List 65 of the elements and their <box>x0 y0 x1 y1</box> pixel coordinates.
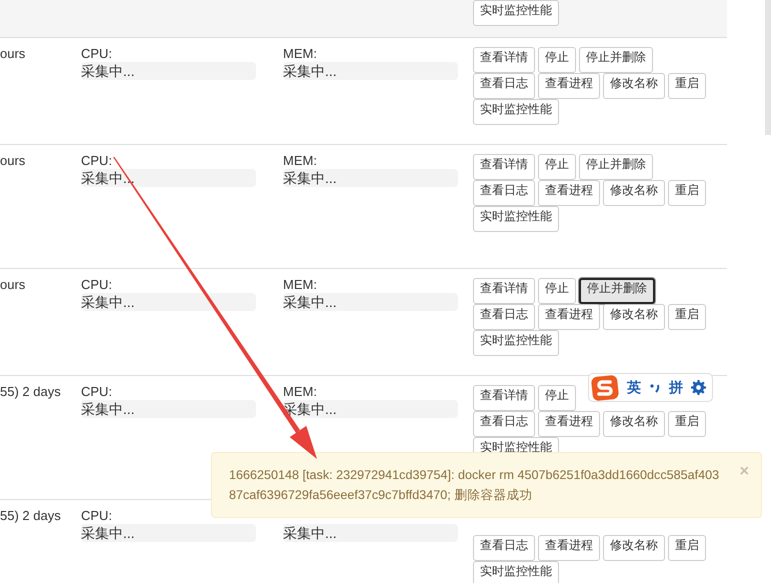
action-button[interactable]: 停止 <box>538 385 576 411</box>
uptime-text: 55) 2 days <box>0 508 61 523</box>
action-button[interactable]: 停止并删除 <box>579 154 653 180</box>
cpu-progress-bar: 采集中... <box>81 400 256 418</box>
action-button[interactable]: 查看进程 <box>538 304 600 330</box>
action-button[interactable]: 查看进程 <box>538 73 600 99</box>
scrollbar-thumb[interactable] <box>765 0 771 135</box>
action-button[interactable]: 查看详情 <box>473 278 535 304</box>
uptime-text: ours <box>0 277 26 292</box>
action-button[interactable]: 修改名称 <box>603 73 665 99</box>
cpu-progress-bar: 采集中... <box>81 293 256 311</box>
ime-logo-icon[interactable] <box>591 374 619 400</box>
action-button[interactable]: 查看日志 <box>473 535 535 561</box>
action-button[interactable]: 查看详情 <box>473 154 535 180</box>
cpu-label: CPU: <box>81 383 112 401</box>
cpu-progress-bar: 采集中... <box>81 62 256 80</box>
mem-label: MEM: <box>283 383 317 401</box>
mem-progress-bar: 采集中... <box>283 524 458 542</box>
mem-label: MEM: <box>283 152 317 170</box>
action-button[interactable]: 查看详情 <box>473 47 535 73</box>
cpu-progress-bar: 采集中... <box>81 169 256 187</box>
cpu-label: CPU: <box>81 507 112 525</box>
mem-label: MEM: <box>283 276 317 294</box>
action-button[interactable]: 重启 <box>668 73 706 99</box>
action-button[interactable]: 查看日志 <box>473 304 535 330</box>
action-button[interactable]: 查看进程 <box>538 411 600 437</box>
mem-progress-bar: 采集中... <box>283 169 458 187</box>
settings-icon[interactable] <box>691 380 706 395</box>
input-mode-toggle[interactable]: 拼 <box>669 378 683 396</box>
cpu-progress-bar: 采集中... <box>81 524 256 542</box>
action-button[interactable]: 实时监控性能 <box>473 206 559 232</box>
uptime-text: 55) 2 days <box>0 384 61 399</box>
action-button[interactable]: 查看进程 <box>538 180 600 206</box>
action-button[interactable]: 实时监控性能 <box>473 99 559 125</box>
action-button[interactable]: 实时监控性能 <box>473 561 559 583</box>
cpu-label: CPU: <box>81 152 112 170</box>
mem-progress-bar: 采集中... <box>283 293 458 311</box>
action-button[interactable]: 修改名称 <box>603 535 665 561</box>
action-button[interactable]: 修改名称 <box>603 411 665 437</box>
cpu-label: CPU: <box>81 276 112 294</box>
action-button[interactable]: 查看日志 <box>473 411 535 437</box>
action-button[interactable]: 修改名称 <box>603 304 665 330</box>
action-button[interactable]: 停止并删除 <box>579 278 655 304</box>
action-button[interactable]: 重启 <box>668 535 706 561</box>
language-toggle[interactable]: 英 <box>627 378 641 396</box>
action-button[interactable]: 查看详情 <box>473 385 535 411</box>
action-button[interactable]: 修改名称 <box>603 180 665 206</box>
action-button[interactable]: 查看日志 <box>473 180 535 206</box>
mem-label: MEM: <box>283 45 317 63</box>
action-button[interactable]: 停止并删除 <box>579 47 653 73</box>
action-button[interactable]: 查看日志 <box>473 73 535 99</box>
action-button[interactable]: 查看进程 <box>538 535 600 561</box>
action-button[interactable]: 停止 <box>538 278 576 304</box>
mem-progress-bar: 采集中... <box>283 62 458 80</box>
toast-message: 1666250148 [task: 232972941cd39754]: docker rm 4507b6251f0a3dd1660dcc585af40387caf6396729fa56eeef37c9c7bffd3470; 删除容器成功 <box>229 467 720 504</box>
uptime-text: ours <box>0 46 26 61</box>
action-button[interactable]: 停止 <box>538 154 576 180</box>
action-button[interactable]: 实时监控性能 <box>473 330 559 356</box>
action-button[interactable]: 重启 <box>668 180 706 206</box>
cpu-label: CPU: <box>81 45 112 63</box>
action-button[interactable]: 重启 <box>668 304 706 330</box>
action-button[interactable]: 重启 <box>668 411 706 437</box>
uptime-text: ours <box>0 153 26 168</box>
action-button[interactable]: 停止 <box>538 47 576 73</box>
action-button[interactable]: 实时监控性能 <box>473 0 559 26</box>
